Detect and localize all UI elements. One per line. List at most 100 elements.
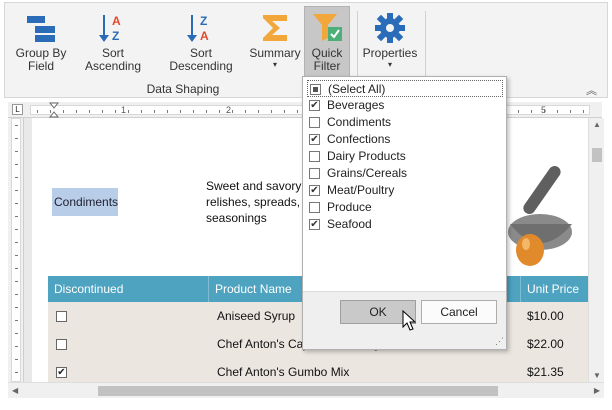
quick-filter-dropdown: (Select All) ✔ Beverages Condiments ✔ Co… [302,76,507,350]
ruler-tick [15,138,18,139]
filter-item-condiments[interactable]: Condiments [307,114,503,131]
filter-item-beverages[interactable]: ✔ Beverages [307,97,503,114]
sort-ascending-button[interactable]: A Z Sort Ascending [73,7,153,77]
resize-grip-icon[interactable]: ⋰ [495,336,504,347]
ruler-tick [15,281,18,282]
ruler-tick [128,110,129,113]
filter-item-label: (Select All) [328,82,386,96]
filter-item-dairy-products[interactable]: Dairy Products [307,148,503,165]
unit-price-cell: $21.35 [527,365,564,379]
ruler-tick [219,110,220,113]
ruler-tick [232,110,233,113]
ruler-tick [245,110,246,113]
scroll-down-icon[interactable]: ▼ [593,371,601,380]
filter-checkbox[interactable] [309,117,320,128]
product-name-cell: Chef Anton's Gumbo Mix [217,365,350,379]
description-line: seasonings [206,211,267,225]
filter-checkbox[interactable]: ✔ [309,219,320,230]
sort-descending-button[interactable]: Z A Sort Descending [157,7,245,77]
ruler-number: 1 [121,105,127,115]
filter-item-select-all[interactable]: (Select All) [307,80,503,97]
sort-ascending-icon: A Z [99,14,121,43]
discontinued-checkbox[interactable]: ✔ [56,367,67,378]
filter-item-produce[interactable]: Produce [307,199,503,216]
column-header-unit-price[interactable]: Unit Price [521,276,588,302]
ruler-tick [15,177,18,178]
ruler-tick [193,110,194,113]
ruler-tick [15,372,18,373]
ruler-number: 2 [226,105,232,115]
ruler-tick [89,110,90,113]
quick-filter-icon [313,14,342,41]
ruler-tick [15,216,18,217]
tab-stop-selector[interactable]: L [12,104,23,115]
ruler-tick [15,242,18,243]
filter-checkbox[interactable]: ✔ [309,185,320,196]
svg-text:Z: Z [112,29,119,43]
filter-item-label: Seafood [327,217,372,231]
horizontal-scrollbar[interactable]: ◀ ▶ [8,382,604,398]
description-line: Sweet and savory s [206,179,311,193]
mouse-cursor-icon [402,310,416,331]
filter-item-label: Produce [327,200,372,214]
properties-button[interactable]: Properties ▾ [359,7,421,77]
discontinued-checkbox[interactable] [56,311,67,322]
column-header-discontinued[interactable]: Discontinued [48,276,209,302]
scroll-up-icon[interactable]: ▲ [593,120,601,129]
scroll-right-icon[interactable]: ▶ [594,386,600,395]
ruler-tick [570,110,571,113]
filter-item-label: Grains/Cereals [327,166,408,180]
horizontal-scroll-thumb[interactable] [98,386,498,396]
cancel-button[interactable]: Cancel [421,300,497,324]
summary-button[interactable]: Summary ▾ [248,7,302,77]
sort-ascending-label: Sort Ascending [84,46,142,73]
filter-checkbox[interactable]: ✔ [309,100,320,111]
ruler-tick [15,333,18,334]
select-all-checkbox[interactable] [310,84,321,95]
ruler-tick [15,255,18,256]
summary-sigma-icon [263,15,287,41]
vertical-scrollbar[interactable]: ▲ ▼ [588,118,604,382]
filter-checkbox[interactable] [309,202,320,213]
scroll-left-icon[interactable]: ◀ [12,386,18,395]
category-name-field[interactable]: Condiments [52,188,118,216]
table-row[interactable]: ✔ Chef Anton's Gumbo Mix $21.35 [48,358,588,382]
discontinued-checkbox[interactable] [56,339,67,350]
ruler-tick [206,110,207,113]
vertical-scroll-thumb[interactable] [592,148,602,162]
quick-filter-label: Quick Filter [311,46,343,73]
quick-filter-button[interactable]: Quick Filter [304,6,350,78]
filter-checkbox[interactable]: ✔ [309,134,320,145]
ruler-tick [50,110,51,113]
filter-item-meat-poultry[interactable]: ✔ Meat/Poultry [307,182,503,199]
ruler-tick [167,110,168,113]
filter-item-confections[interactable]: ✔ Confections [307,131,503,148]
ribbon-separator [425,11,426,77]
ruler-tick [297,110,298,113]
ruler-tick [15,346,18,347]
svg-text:A: A [112,14,121,28]
filter-item-label: Confections [327,132,391,146]
filter-item-grains-cereals[interactable]: Grains/Cereals [307,165,503,182]
unit-price-cell: $22.00 [527,337,564,351]
ruler-tick [115,110,116,113]
filter-item-label: Meat/Poultry [327,183,395,197]
filter-checkbox[interactable] [309,151,320,162]
collapse-ribbon-icon[interactable]: ︽ [586,82,597,98]
ruler-tick [583,110,584,113]
ruler-tick [76,110,77,113]
ruler-tick [63,110,64,113]
filter-item-seafood[interactable]: ✔ Seafood [307,216,503,233]
ruler-tick [284,110,285,113]
vertical-ruler-bar [11,118,21,382]
ruler-tick [15,203,18,204]
svg-text:A: A [200,29,209,43]
ribbon-separator [357,11,358,77]
mortar-and-pestle-image [508,165,572,266]
group-by-field-button[interactable]: Group By Field [13,7,69,77]
properties-label: Properties [362,46,418,60]
filter-checkbox[interactable] [309,168,320,179]
ruler-tick [544,110,545,113]
ruler-tick [15,229,18,230]
ruler-tick [15,190,18,191]
